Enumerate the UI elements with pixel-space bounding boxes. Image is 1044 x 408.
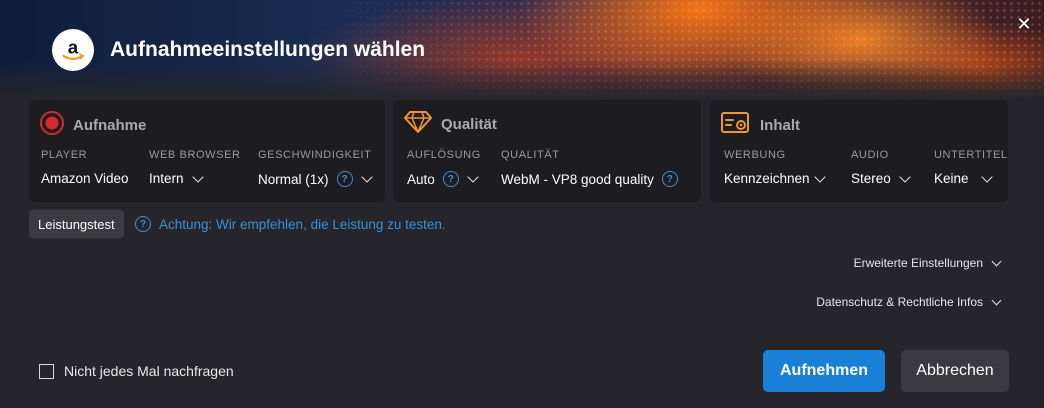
chevron-down-icon <box>813 170 826 183</box>
quality-label: QUALITÄT <box>501 149 560 161</box>
chevron-down-icon <box>991 256 1002 266</box>
player-setting: PLAYER Amazon Video <box>41 149 129 186</box>
privacy-legal-toggle[interactable]: Datenschutz & Rechtliche Infos <box>816 295 1002 309</box>
chevron-down-icon <box>980 170 993 183</box>
performance-note-text: Achtung: Wir empfehlen, die Leistung zu … <box>159 216 446 232</box>
audio-setting: AUDIO Stereo <box>851 149 911 186</box>
performance-test-button[interactable]: Leistungstest <box>29 210 124 238</box>
dont-ask-again-checkbox[interactable] <box>39 363 54 379</box>
privacy-legal-label: Datenschutz & Rechtliche Infos <box>816 295 983 309</box>
card-quality-header: Qualität <box>403 110 497 139</box>
card-title: Qualität <box>441 116 497 133</box>
help-icon[interactable]: ? <box>661 171 678 187</box>
dialog-title: Aufnahmeeinstellungen wählen <box>110 38 426 61</box>
advanced-settings-label: Erweiterte Einstellungen <box>853 256 983 270</box>
web-browser-setting: WEB BROWSER Intern <box>149 149 241 186</box>
record-icon <box>39 110 65 141</box>
subtitle-setting: UNTERTITEL Keine <box>934 149 1008 186</box>
card-content: Inhalt WERBUNG Kennzeichnen AUDIO Stereo… <box>710 100 1008 202</box>
ads-dropdown[interactable]: Kennzeichnen <box>724 170 826 186</box>
card-title: Aufnahme <box>73 117 147 134</box>
speed-label: GESCHWINDIGKEIT <box>258 149 372 161</box>
chevron-down-icon <box>191 170 204 183</box>
quality-setting: QUALITÄT WebM - VP8 good quality? <box>501 149 678 187</box>
help-icon[interactable]: ? <box>336 171 353 187</box>
web-browser-dropdown[interactable]: Intern <box>149 170 241 186</box>
ads-label: WERBUNG <box>724 149 786 161</box>
chevron-down-icon <box>991 295 1002 305</box>
player-value: Amazon Video <box>41 171 129 186</box>
amazon-logo-icon: a <box>52 29 94 71</box>
audio-label: AUDIO <box>851 149 889 161</box>
chevron-down-icon <box>360 171 373 183</box>
performance-note: ? Achtung: Wir empfehlen, die Leistung z… <box>135 216 446 232</box>
resolution-label: AUFLÖSUNG <box>407 149 481 161</box>
audio-dropdown[interactable]: Stereo <box>851 170 911 186</box>
card-quality: Qualität AUFLÖSUNG Auto? QUALITÄT WebM -… <box>393 100 701 202</box>
dont-ask-again-label[interactable]: Nicht jedes Mal nachfragen <box>64 363 234 379</box>
player-label: PLAYER <box>41 149 88 161</box>
card-recording: Aufnahme PLAYER Amazon Video WEB BROWSER… <box>29 100 385 202</box>
resolution-dropdown[interactable]: Auto? <box>407 171 481 187</box>
svg-text:a: a <box>68 36 79 57</box>
subtitle-dropdown[interactable]: Keine <box>934 170 1008 186</box>
subtitle-label: UNTERTITEL <box>934 149 1008 161</box>
card-title: Inhalt <box>760 117 800 134</box>
ads-setting: WERBUNG Kennzeichnen <box>724 149 826 186</box>
dont-ask-again-checkbox-row: Nicht jedes Mal nachfragen <box>39 363 234 379</box>
advanced-settings-toggle[interactable]: Erweiterte Einstellungen <box>853 256 1002 270</box>
diamond-icon <box>403 110 433 139</box>
cancel-button[interactable]: Abbrechen <box>901 350 1009 392</box>
resolution-setting: AUFLÖSUNG Auto? <box>407 149 481 187</box>
help-icon[interactable]: ? <box>135 216 151 232</box>
close-icon[interactable]: ✕ <box>1014 14 1034 34</box>
speed-dropdown[interactable]: Normal (1x)? <box>258 171 373 187</box>
content-settings-icon <box>720 110 752 141</box>
chevron-down-icon <box>467 171 479 183</box>
speed-setting: GESCHWINDIGKEIT Normal (1x)? <box>258 149 373 187</box>
card-recording-header: Aufnahme <box>39 110 146 141</box>
record-button[interactable]: Aufnehmen <box>763 350 885 392</box>
quality-dropdown[interactable]: WebM - VP8 good quality? <box>501 171 678 187</box>
web-browser-label: WEB BROWSER <box>149 149 241 161</box>
card-content-header: Inhalt <box>720 110 800 141</box>
chevron-down-icon <box>899 170 911 183</box>
help-icon[interactable]: ? <box>442 171 459 187</box>
